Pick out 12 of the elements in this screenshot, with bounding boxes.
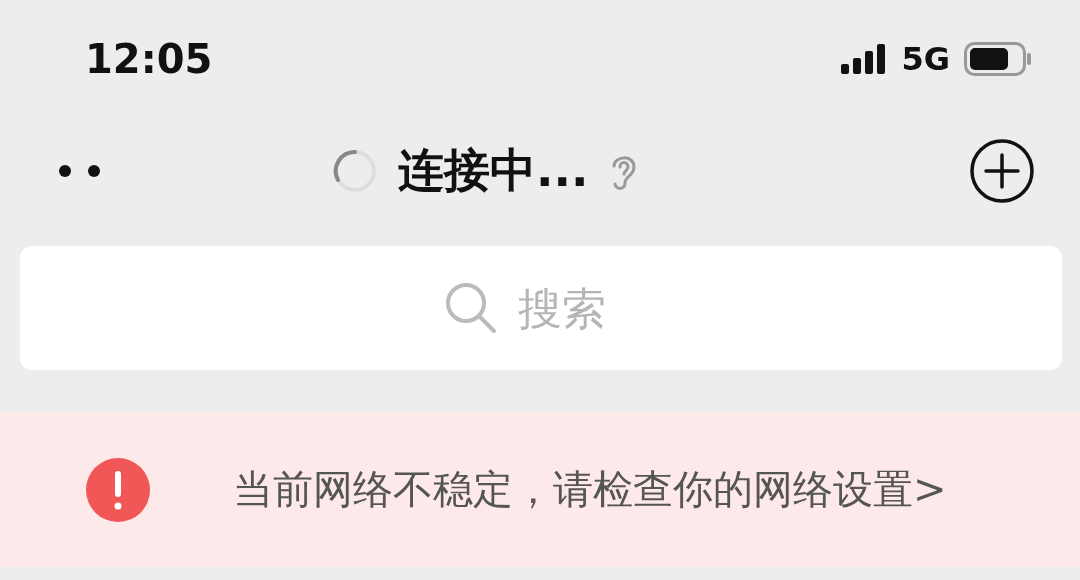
signal-icon: [841, 44, 888, 74]
add-icon[interactable]: [969, 138, 1035, 204]
status-time: 12:05: [85, 36, 213, 82]
header-title: 连接中...: [398, 142, 589, 199]
search-field[interactable]: 搜索: [518, 282, 638, 334]
warning-banner[interactable]: 当前网络不稳定，请检查你的网络设置>: [0, 412, 1080, 567]
battery-icon: [964, 42, 1032, 76]
network-type: 5G: [901, 40, 950, 78]
alert-icon: [85, 456, 151, 523]
warning-message: 当前网络不稳定，请检查你的网络设置>: [233, 465, 947, 514]
search-icon: [444, 281, 498, 335]
more-icon[interactable]: [58, 164, 102, 178]
